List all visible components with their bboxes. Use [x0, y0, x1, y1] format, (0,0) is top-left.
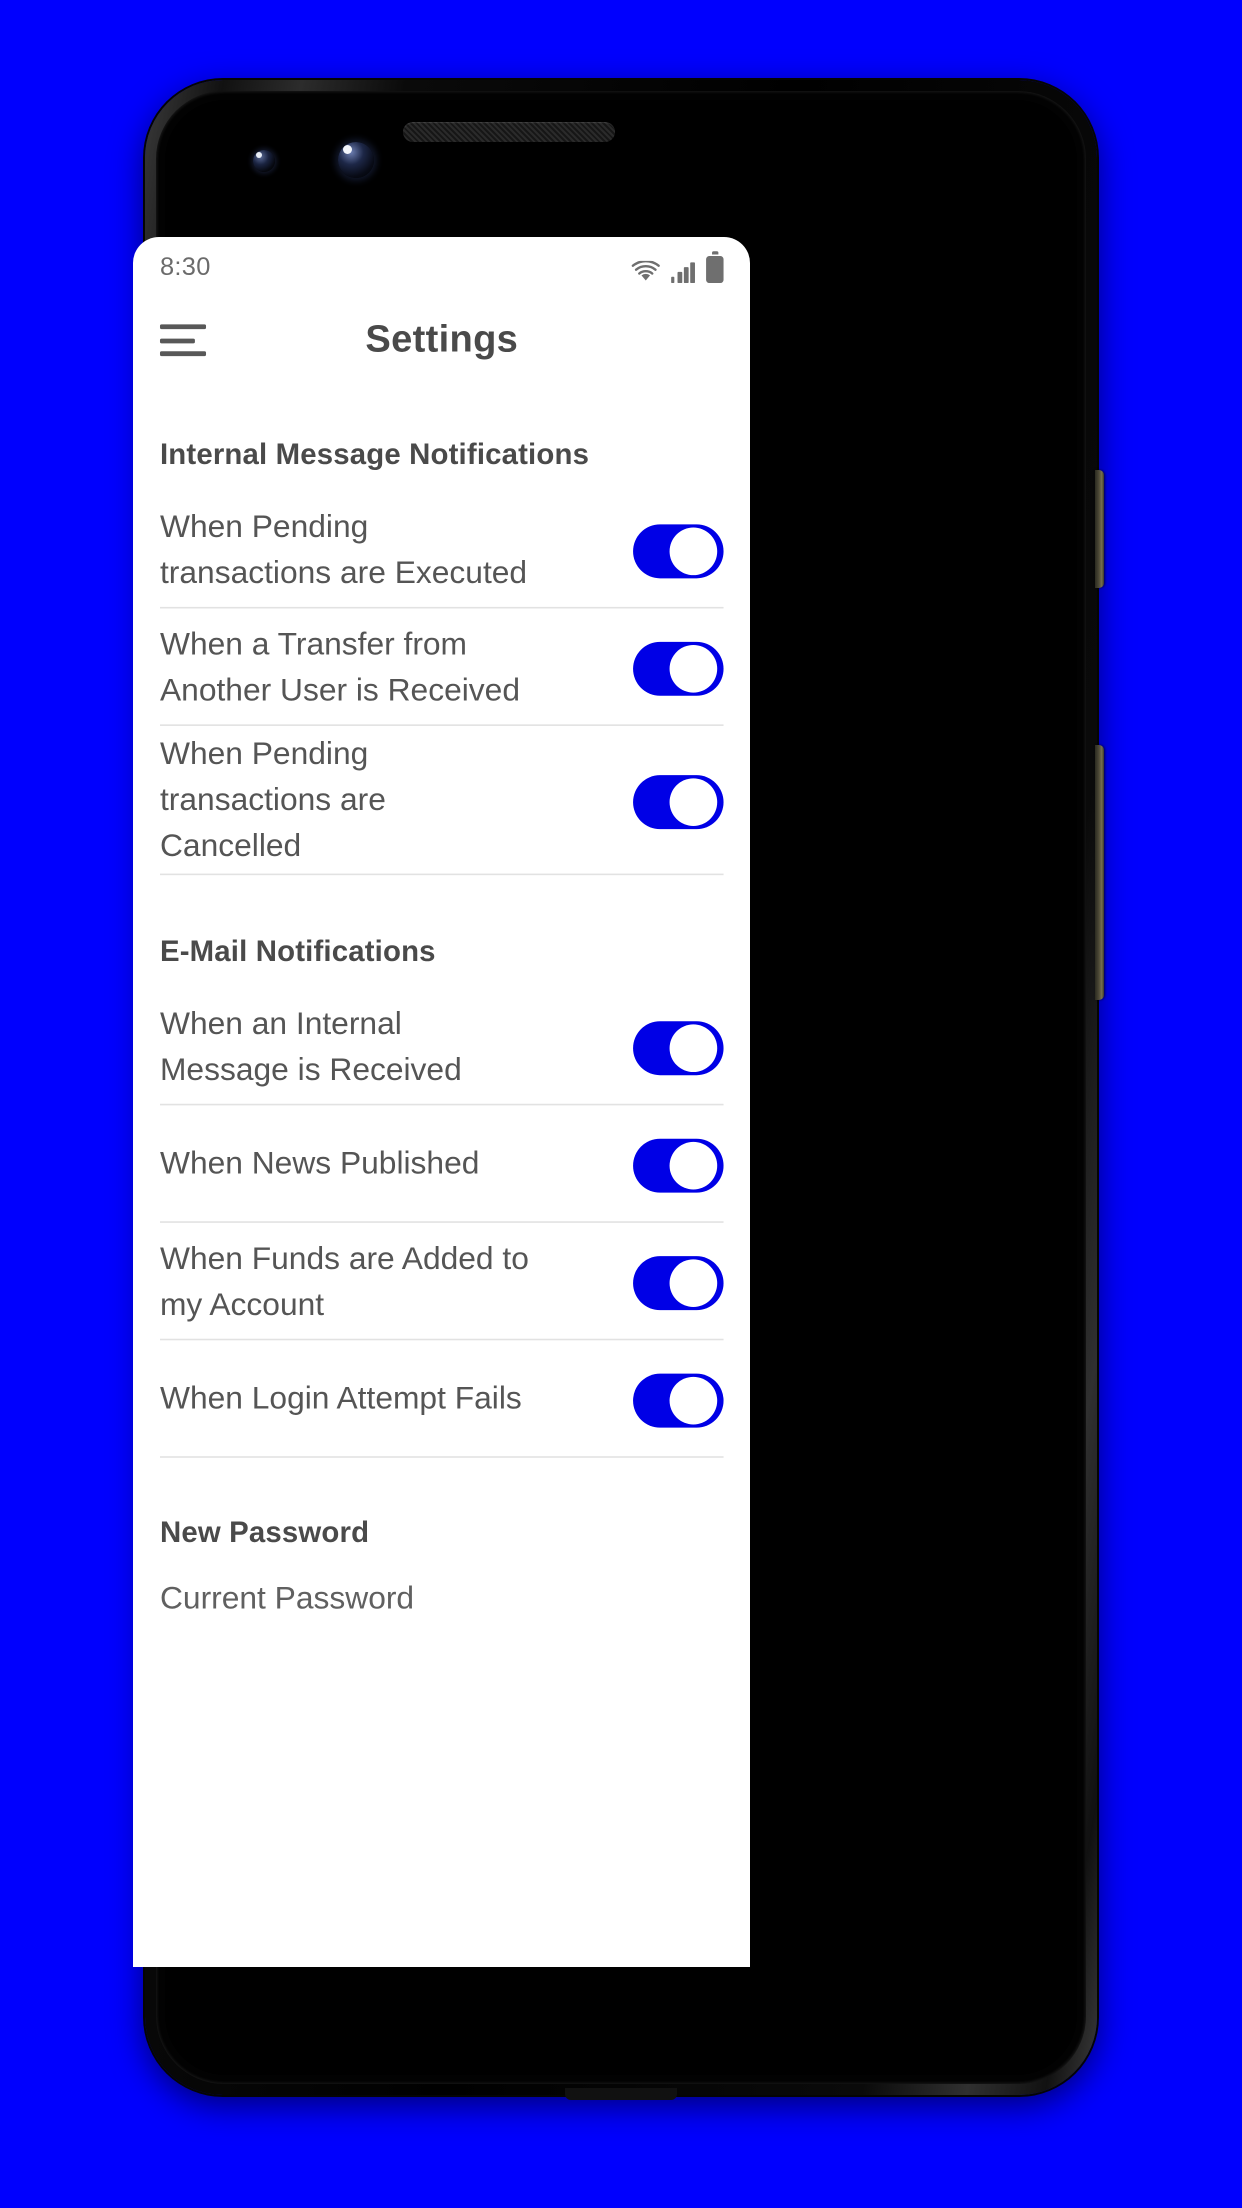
toggle-pending-cancelled[interactable] [633, 774, 724, 829]
toggle-funds-added[interactable] [633, 1255, 724, 1310]
toggle-knob [669, 644, 718, 692]
status-time: 8:30 [159, 254, 211, 282]
toggle-pending-executed[interactable] [633, 523, 724, 578]
toggle-knob [669, 1141, 718, 1189]
phone-bottom-notch [565, 2088, 677, 2100]
front-camera-icon [338, 142, 374, 178]
phone-screen: 8:30 Settings Internal Message Notificat… [133, 237, 750, 1967]
setting-label: When a Transfer from Another User is Rec… [159, 626, 521, 708]
setting-row-news-published[interactable]: When News Published [159, 1105, 724, 1223]
toggle-knob [669, 1023, 718, 1072]
section-title-new-password: New Password [159, 1514, 370, 1549]
setting-label: When Login Attempt Fails [159, 1381, 522, 1417]
toggle-knob [669, 777, 718, 826]
hamburger-menu-icon[interactable] [159, 324, 207, 357]
battery-icon [706, 255, 724, 283]
cellular-signal-icon [670, 261, 695, 283]
setting-label: When Funds are Added to my Account [159, 1241, 529, 1323]
setting-row-funds-added[interactable]: When Funds are Added to my Account [159, 1223, 724, 1341]
toggle-knob [669, 1376, 718, 1424]
page-title: Settings [365, 317, 519, 361]
wifi-icon [631, 260, 660, 280]
toggle-news-published[interactable] [633, 1137, 724, 1192]
toggle-transfer-received[interactable] [633, 641, 724, 695]
power-button[interactable] [1095, 470, 1104, 588]
current-password-field[interactable]: Current Password [160, 1569, 724, 1634]
sensor-icon [253, 150, 275, 172]
setting-row-pending-cancelled[interactable]: When Pending transactions are Cancelled [159, 726, 724, 876]
status-bar: 8:30 [133, 237, 750, 291]
section-title-internal-message-notifications: Internal Message Notifications [159, 437, 590, 471]
app-bar: Settings [133, 291, 750, 389]
setting-label: When Pending transactions are Executed [159, 509, 528, 591]
settings-content: Internal Message Notifications When Pend… [133, 437, 750, 1634]
toggle-login-attempt-fails[interactable] [633, 1372, 724, 1427]
section-title-email-notifications: E-Mail Notifications [159, 933, 436, 968]
setting-label: When an Internal Message is Received [159, 1006, 462, 1088]
toggle-knob [669, 1258, 718, 1307]
setting-row-transfer-received[interactable]: When a Transfer from Another User is Rec… [159, 608, 724, 726]
setting-row-login-attempt-fails[interactable]: When Login Attempt Fails [159, 1340, 724, 1458]
status-icons [631, 255, 724, 283]
setting-row-internal-message-received[interactable]: When an Internal Message is Received [159, 988, 724, 1106]
earpiece-speaker [403, 122, 615, 142]
toggle-internal-message-received[interactable] [633, 1020, 724, 1075]
setting-label: When News Published [159, 1146, 480, 1182]
toggle-knob [669, 526, 718, 575]
setting-label: When Pending transactions are Cancelled [159, 737, 386, 865]
setting-row-pending-executed[interactable]: When Pending transactions are Executed [159, 491, 724, 609]
screenshot-root: 8:30 Settings Internal Message Notificat… [0, 0, 1242, 2208]
volume-button[interactable] [1095, 745, 1104, 1000]
